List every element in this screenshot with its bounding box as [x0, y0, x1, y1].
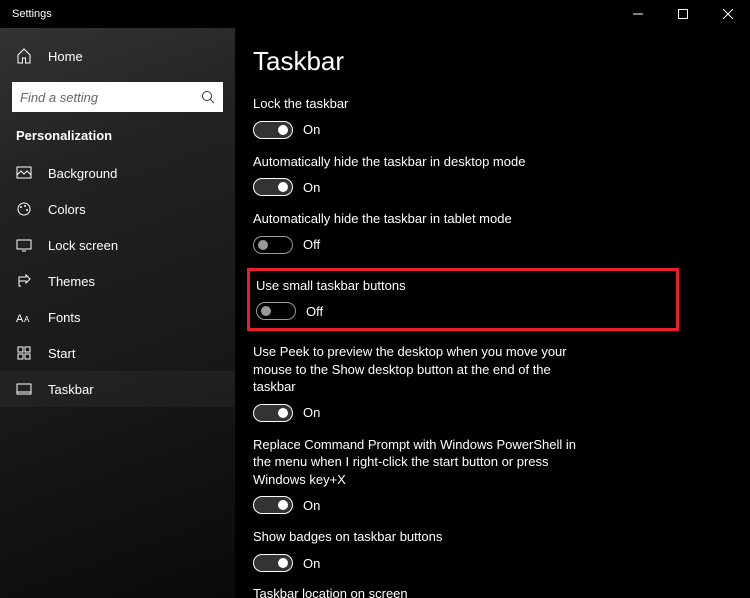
setting-peek: Use Peek to preview the desktop when you…: [253, 343, 732, 422]
setting-small-buttons: Use small taskbar buttons Off: [250, 277, 668, 321]
toggle-autohide-tablet[interactable]: [253, 236, 293, 254]
search-input[interactable]: [20, 90, 201, 105]
highlighted-setting: Use small taskbar buttons Off: [247, 268, 679, 332]
toggle-state: On: [303, 556, 320, 571]
sidebar-item-themes[interactable]: Themes: [0, 263, 235, 299]
sidebar-item-taskbar[interactable]: Taskbar: [0, 371, 235, 407]
toggle-lock-taskbar[interactable]: [253, 121, 293, 139]
home-icon: [16, 48, 32, 64]
setting-lock-taskbar: Lock the taskbar On: [253, 95, 732, 139]
sidebar-item-label: Lock screen: [48, 238, 118, 253]
home-nav[interactable]: Home: [0, 36, 235, 76]
setting-badges: Show badges on taskbar buttons On: [253, 528, 732, 572]
home-label: Home: [48, 49, 83, 64]
start-icon: [16, 345, 32, 361]
window-titlebar: Settings: [0, 0, 750, 28]
colors-icon: [16, 201, 32, 217]
sidebar-item-label: Colors: [48, 202, 86, 217]
setting-label: Automatically hide the taskbar in deskto…: [253, 153, 583, 171]
setting-autohide-tablet: Automatically hide the taskbar in tablet…: [253, 210, 732, 254]
setting-label: Use small taskbar buttons: [256, 277, 586, 295]
sidebar-item-label: Taskbar: [48, 382, 94, 397]
sidebar-item-label: Fonts: [48, 310, 81, 325]
maximize-icon: [678, 9, 688, 19]
svg-text:A: A: [24, 315, 30, 324]
sidebar-item-fonts[interactable]: AA Fonts: [0, 299, 235, 335]
setting-label: Use Peek to preview the desktop when you…: [253, 343, 583, 396]
minimize-button[interactable]: [615, 0, 660, 28]
window-title: Settings: [0, 8, 615, 20]
setting-label: Replace Command Prompt with Windows Powe…: [253, 436, 583, 489]
main-content: Taskbar Lock the taskbar On Automaticall…: [235, 28, 750, 598]
sidebar-item-background[interactable]: Background: [0, 155, 235, 191]
lock-screen-icon: [16, 237, 32, 253]
themes-icon: [16, 273, 32, 289]
setting-autohide-desktop: Automatically hide the taskbar in deskto…: [253, 153, 732, 197]
close-icon: [723, 9, 733, 19]
setting-label: Automatically hide the taskbar in tablet…: [253, 210, 583, 228]
background-icon: [16, 165, 32, 181]
setting-label: Lock the taskbar: [253, 95, 583, 113]
toggle-powershell[interactable]: [253, 496, 293, 514]
toggle-peek[interactable]: [253, 404, 293, 422]
search-box[interactable]: [12, 82, 223, 112]
search-icon: [201, 90, 215, 104]
taskbar-location-label: Taskbar location on screen: [253, 586, 732, 598]
toggle-badges[interactable]: [253, 554, 293, 572]
taskbar-icon: [16, 381, 32, 397]
toggle-state: On: [303, 122, 320, 137]
close-button[interactable]: [705, 0, 750, 28]
section-title: Personalization: [0, 122, 235, 155]
toggle-state: On: [303, 498, 320, 513]
window-controls: [615, 0, 750, 28]
toggle-state: Off: [306, 304, 323, 319]
fonts-icon: AA: [16, 310, 32, 324]
sidebar: Home Personalization Background: [0, 28, 235, 598]
sidebar-item-start[interactable]: Start: [0, 335, 235, 371]
sidebar-item-label: Background: [48, 166, 117, 181]
maximize-button[interactable]: [660, 0, 705, 28]
toggle-autohide-desktop[interactable]: [253, 178, 293, 196]
minimize-icon: [633, 9, 643, 19]
svg-text:A: A: [16, 313, 24, 324]
toggle-state: Off: [303, 237, 320, 252]
toggle-small-buttons[interactable]: [256, 302, 296, 320]
sidebar-item-colors[interactable]: Colors: [0, 191, 235, 227]
toggle-state: On: [303, 405, 320, 420]
toggle-state: On: [303, 180, 320, 195]
page-title: Taskbar: [253, 46, 732, 77]
setting-powershell: Replace Command Prompt with Windows Powe…: [253, 436, 732, 515]
sidebar-item-lock-screen[interactable]: Lock screen: [0, 227, 235, 263]
sidebar-item-label: Themes: [48, 274, 95, 289]
sidebar-item-label: Start: [48, 346, 75, 361]
setting-label: Show badges on taskbar buttons: [253, 528, 583, 546]
